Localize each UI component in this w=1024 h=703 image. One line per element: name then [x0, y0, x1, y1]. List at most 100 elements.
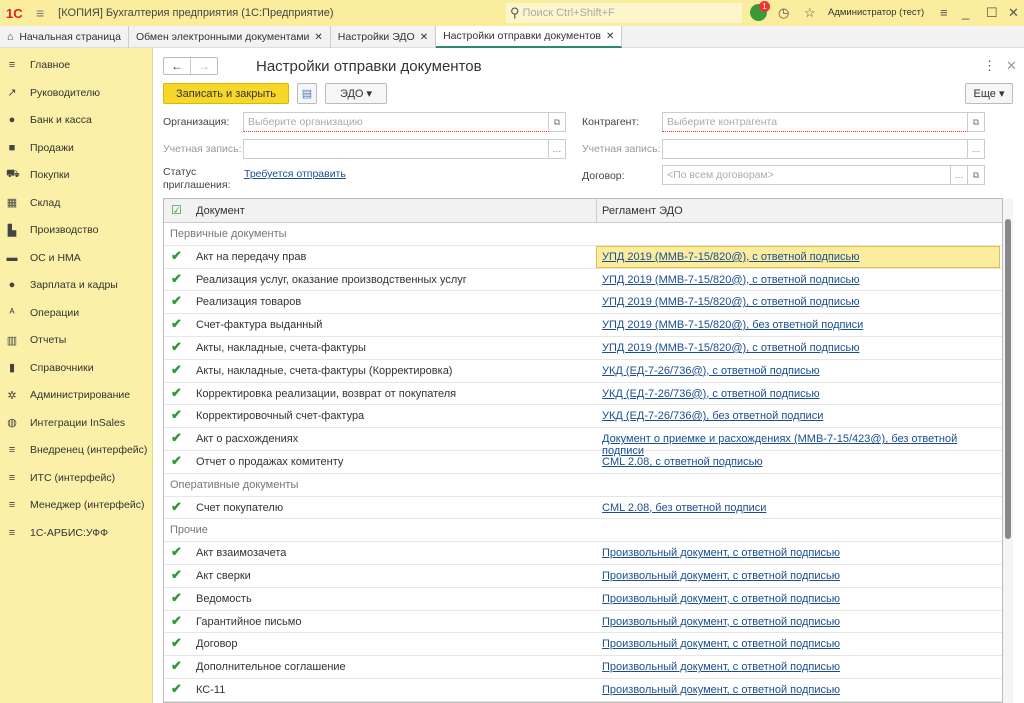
checkbox[interactable]: ✔ [171, 568, 184, 582]
sidebar-item[interactable]: ▙ Производство [0, 219, 153, 241]
main-menu-icon[interactable]: ≡ [36, 5, 44, 21]
sidebar-item[interactable]: ≡ ИТС (интерфейс) [0, 467, 153, 489]
checkbox[interactable]: ✔ [171, 454, 184, 468]
history-icon[interactable]: ◷ [778, 5, 789, 21]
table-row[interactable]: ✔ Корректировочный счет-фактура УКД (ЕД-7-… [164, 405, 1002, 429]
table-row[interactable]: ✔ Акт о расхождениях Документ о приемке и … [164, 428, 1002, 457]
checkbox[interactable]: ✔ [171, 500, 184, 514]
regulation-link[interactable]: Произвольный документ, с ответной подпис… [602, 661, 840, 673]
checkbox[interactable]: ✔ [171, 614, 184, 628]
status-link[interactable]: Требуется отправить [244, 168, 346, 180]
table-row[interactable]: ✔ Реализация товаров УПД 2019 (ММВ-7-15/82… [164, 291, 1002, 315]
checkbox[interactable]: ✔ [171, 545, 184, 559]
table-row[interactable]: ✔ Корректировка реализации, возврат от по… [164, 383, 1002, 406]
favorites-star-icon[interactable]: ☆ [804, 5, 816, 21]
edo-menu-button[interactable]: ЭДО ▾ [325, 83, 387, 104]
regulation-link[interactable]: CML 2.08, без ответной подписи [602, 502, 766, 514]
account-field[interactable] [243, 139, 549, 159]
regulation-link[interactable]: УПД 2019 (ММВ-7-15/820@), без ответной п… [602, 319, 863, 331]
sidebar-item[interactable]: ≡ 1С-АРБИС:УФФ [0, 522, 153, 544]
sidebar-item[interactable]: ≡ Внедренец (интерфейс) [0, 439, 153, 461]
sidebar-item[interactable]: ✲ Администрирование [0, 384, 153, 406]
table-row[interactable]: ✔ Дополнительное соглашение Произвольный д… [164, 656, 1002, 679]
scrollbar[interactable] [1003, 199, 1013, 703]
table-row[interactable]: ✔ КС-11 Произвольный документ, с ответной … [164, 679, 1002, 702]
tab-0[interactable]: ⌂ Начальная страница [0, 26, 129, 48]
checkbox[interactable]: ✔ [171, 659, 184, 673]
close-tab-icon[interactable]: ✕ [606, 31, 614, 42]
search-input[interactable]: ⚲ Поиск Ctrl+Shift+F [506, 3, 742, 23]
settings-menu-icon[interactable]: ≡ [940, 5, 948, 20]
maximize-button[interactable]: ☐ [986, 5, 998, 21]
more-options-icon[interactable]: ⋮ [983, 58, 996, 74]
contractor-field[interactable]: Выберите контрагента [662, 112, 968, 132]
regulation-link[interactable]: УПД 2019 (ММВ-7-15/820@), с ответной под… [602, 342, 860, 354]
contract-field[interactable]: <По всем договорам> [662, 165, 951, 185]
sidebar-item[interactable]: ▬ ОС и НМА [0, 247, 153, 269]
table-row[interactable]: ✔ Договор Произвольный документ, с ответно… [164, 633, 1002, 657]
table-row[interactable]: ✔ Отчет о продажах комитенту CML 2.08, с о… [164, 451, 1002, 474]
regulation-link[interactable]: Произвольный документ, с ответной подпис… [602, 593, 840, 605]
forward-button[interactable]: → [190, 58, 217, 74]
column-header-document[interactable]: Документ [196, 205, 245, 217]
checkbox[interactable]: ✔ [171, 272, 184, 286]
checkbox[interactable]: ✔ [171, 591, 184, 605]
checkbox[interactable]: ✔ [171, 317, 184, 331]
regulation-link[interactable]: Произвольный документ, с ответной подпис… [602, 570, 840, 582]
back-button[interactable]: ← [164, 58, 190, 74]
table-row[interactable]: ✔ Акты, накладные, счета-фактуры УПД 2019 … [164, 337, 1002, 360]
user-name[interactable]: Администратор (тест) [828, 7, 924, 18]
save-close-button[interactable]: Записать и закрыть [163, 83, 289, 104]
regulation-link[interactable]: УКД (ЕД-7-26/736@), без ответной подписи [602, 410, 823, 422]
regulation-link[interactable]: УПД 2019 (ММВ-7-15/820@), с ответной под… [602, 296, 860, 308]
save-icon[interactable]: ▤ [297, 83, 317, 104]
checkbox[interactable]: ✔ [171, 431, 184, 445]
tab-1[interactable]: Обмен электронными документами ✕ [129, 26, 331, 48]
table-row[interactable]: ✔ Реализация услуг, оказание производстве… [164, 269, 1002, 292]
sidebar-item[interactable]: ≡ Главное [0, 54, 153, 76]
regulation-link[interactable]: УКД (ЕД-7-26/736@), с ответной подписью [602, 365, 820, 377]
checkbox[interactable]: ✔ [171, 340, 184, 354]
regulation-link[interactable]: УПД 2019 (ММВ-7-15/820@), с ответной под… [602, 274, 860, 286]
column-header-regulation[interactable]: Регламент ЭДО [602, 205, 683, 217]
sidebar-item[interactable]: ≡ Менеджер (интерфейс) [0, 494, 153, 516]
regulation-link[interactable]: Произвольный документ, с ответной подпис… [602, 684, 840, 696]
table-row[interactable]: ✔ Ведомость Произвольный документ, с ответ… [164, 588, 1002, 611]
checkbox[interactable]: ✔ [171, 249, 184, 263]
select-button[interactable]: … [951, 165, 968, 185]
table-row[interactable]: ✔ Гарантийное письмо Произвольный документ… [164, 611, 1002, 634]
close-window-button[interactable]: ✕ [1008, 5, 1019, 21]
close-tab-icon[interactable]: ✕ [314, 32, 322, 43]
sidebar-item[interactable]: ᴬ Операции [0, 302, 153, 324]
check-all-icon[interactable]: ☑ [171, 203, 182, 217]
open-icon[interactable]: ⧉ [968, 165, 985, 185]
sidebar-item[interactable]: ● Банк и касса [0, 109, 153, 131]
checkbox[interactable]: ✔ [171, 682, 184, 696]
checkbox[interactable]: ✔ [171, 386, 184, 400]
close-form-button[interactable]: ✕ [1006, 58, 1017, 74]
regulation-link[interactable]: Произвольный документ, с ответной подпис… [602, 547, 840, 559]
checkbox[interactable]: ✔ [171, 408, 184, 422]
select-button[interactable]: … [968, 139, 985, 159]
close-tab-icon[interactable]: ✕ [420, 32, 428, 43]
regulation-link[interactable]: УПД 2019 (ММВ-7-15/820@), с ответной под… [602, 251, 860, 263]
table-row[interactable]: ✔ Акты, накладные, счета-фактуры (Коррект… [164, 360, 1002, 383]
open-icon[interactable]: ⧉ [549, 112, 566, 132]
open-icon[interactable]: ⧉ [968, 112, 985, 132]
table-row[interactable]: ✔ Акт на передачу прав УПД 2019 (ММВ-7-15/… [164, 245, 1002, 269]
table-row[interactable]: ✔ Счет покупателю CML 2.08, без ответной п… [164, 497, 1002, 520]
scrollbar-thumb[interactable] [1005, 219, 1011, 539]
sidebar-item[interactable]: ■ Продажи [0, 137, 153, 159]
sidebar-item[interactable]: ● Зарплата и кадры [0, 274, 153, 296]
regulation-link[interactable]: Произвольный документ, с ответной подпис… [602, 616, 840, 628]
sidebar-item[interactable]: ▮ Справочники [0, 357, 153, 379]
tab-3[interactable]: Настройки отправки документов ✕ [436, 26, 623, 48]
regulation-link[interactable]: CML 2.08, с ответной подписью [602, 456, 763, 468]
minimize-button[interactable]: _ [962, 5, 969, 20]
sidebar-item[interactable]: ◍ Интеграции InSales [0, 412, 153, 434]
select-button[interactable]: … [549, 139, 566, 159]
sidebar-item[interactable]: ▥ Отчеты [0, 329, 153, 351]
sidebar-item[interactable]: ↗ Руководителю [0, 82, 153, 104]
regulation-link[interactable]: Произвольный документ, с ответной подпис… [602, 638, 840, 650]
org-field[interactable]: Выберите организацию [243, 112, 549, 132]
